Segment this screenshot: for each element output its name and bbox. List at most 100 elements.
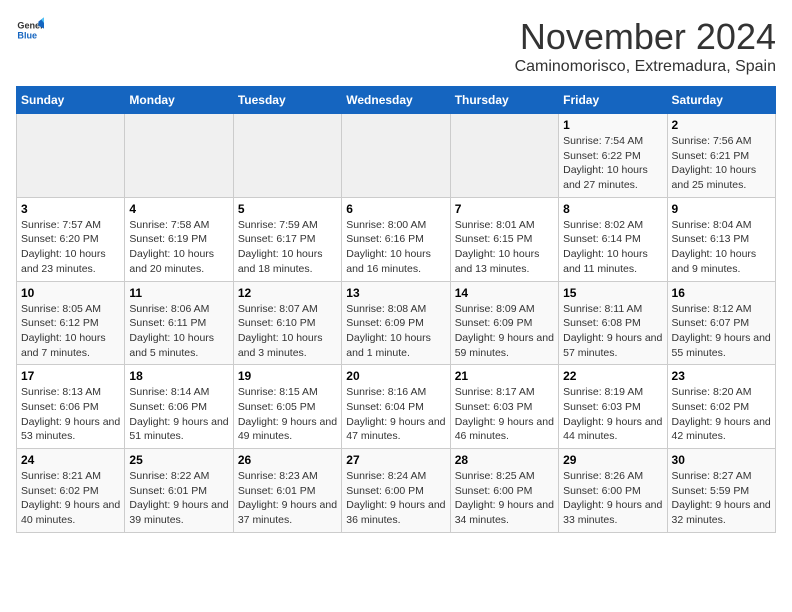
calendar-cell <box>17 114 125 198</box>
day-number: 16 <box>672 286 771 300</box>
calendar-cell: 22 Sunrise: 8:19 AMSunset: 6:03 PMDayligh… <box>559 365 667 449</box>
calendar-cell: 5Sunrise: 7:59 AMSunset: 6:17 PMDaylight… <box>233 197 341 281</box>
day-info: Sunrise: 8:01 AMSunset: 6:15 PMDaylight:… <box>455 218 554 277</box>
day-info: Sunrise: 8:06 AMSunset: 6:11 PMDaylight:… <box>129 302 228 361</box>
calendar-cell: 1 Sunrise: 7:54 AMSunset: 6:22 PMDaylight… <box>559 114 667 198</box>
day-info: Sunrise: 8:07 AMSunset: 6:10 PMDaylight:… <box>238 302 337 361</box>
day-number: 25 <box>129 453 228 467</box>
day-number: 23 <box>672 369 771 383</box>
calendar-cell: 10 Sunrise: 8:05 AMSunset: 6:12 PMDayligh… <box>17 281 125 365</box>
day-info: Sunrise: 8:00 AMSunset: 6:16 PMDaylight:… <box>346 218 445 277</box>
calendar-cell: 12 Sunrise: 8:07 AMSunset: 6:10 PMDayligh… <box>233 281 341 365</box>
calendar-cell: 3Sunrise: 7:57 AMSunset: 6:20 PMDaylight… <box>17 197 125 281</box>
calendar-cell: 23 Sunrise: 8:20 AMSunset: 6:02 PMDayligh… <box>667 365 775 449</box>
day-number: 26 <box>238 453 337 467</box>
day-info: Sunrise: 7:59 AMSunset: 6:17 PMDaylight:… <box>238 218 337 277</box>
calendar-cell: 11Sunrise: 8:06 AMSunset: 6:11 PMDayligh… <box>125 281 233 365</box>
day-info: Sunrise: 8:15 AMSunset: 6:05 PMDaylight:… <box>238 385 337 444</box>
calendar-cell: 20Sunrise: 8:16 AMSunset: 6:04 PMDayligh… <box>342 365 450 449</box>
calendar-cell: 14 Sunrise: 8:09 AMSunset: 6:09 PMDayligh… <box>450 281 558 365</box>
day-of-week-header: Friday <box>559 87 667 114</box>
calendar-cell: 6 Sunrise: 8:00 AMSunset: 6:16 PMDaylight… <box>342 197 450 281</box>
calendar-cell: 13 Sunrise: 8:08 AMSunset: 6:09 PMDayligh… <box>342 281 450 365</box>
day-of-week-header: Tuesday <box>233 87 341 114</box>
calendar-cell <box>233 114 341 198</box>
logo-icon: General Blue <box>16 16 44 44</box>
day-number: 17 <box>21 369 120 383</box>
day-number: 6 <box>346 202 445 216</box>
day-number: 22 <box>563 369 662 383</box>
calendar-cell: 18 Sunrise: 8:14 AMSunset: 6:06 PMDayligh… <box>125 365 233 449</box>
day-number: 18 <box>129 369 228 383</box>
day-number: 24 <box>21 453 120 467</box>
calendar-cell: 16Sunrise: 8:12 AMSunset: 6:07 PMDayligh… <box>667 281 775 365</box>
day-number: 10 <box>21 286 120 300</box>
day-info: Sunrise: 8:02 AMSunset: 6:14 PMDaylight:… <box>563 218 662 277</box>
calendar-cell <box>342 114 450 198</box>
calendar-cell: 30Sunrise: 8:27 AMSunset: 5:59 PMDayligh… <box>667 449 775 533</box>
day-number: 12 <box>238 286 337 300</box>
day-info: Sunrise: 8:24 AMSunset: 6:00 PMDaylight:… <box>346 469 445 528</box>
day-info: Sunrise: 8:22 AMSunset: 6:01 PMDaylight:… <box>129 469 228 528</box>
day-number: 13 <box>346 286 445 300</box>
logo: General Blue <box>16 16 44 44</box>
calendar-cell: 7 Sunrise: 8:01 AMSunset: 6:15 PMDaylight… <box>450 197 558 281</box>
day-info: Sunrise: 8:11 AMSunset: 6:08 PMDaylight:… <box>563 302 662 361</box>
day-info: Sunrise: 7:54 AMSunset: 6:22 PMDaylight:… <box>563 134 662 193</box>
day-number: 27 <box>346 453 445 467</box>
calendar-cell: 15 Sunrise: 8:11 AMSunset: 6:08 PMDayligh… <box>559 281 667 365</box>
day-info: Sunrise: 8:20 AMSunset: 6:02 PMDaylight:… <box>672 385 771 444</box>
day-info: Sunrise: 8:27 AMSunset: 5:59 PMDaylight:… <box>672 469 771 528</box>
day-info: Sunrise: 8:13 AMSunset: 6:06 PMDaylight:… <box>21 385 120 444</box>
calendar-body: 1 Sunrise: 7:54 AMSunset: 6:22 PMDaylight… <box>17 114 776 533</box>
calendar-cell: 2 Sunrise: 7:56 AMSunset: 6:21 PMDaylight… <box>667 114 775 198</box>
calendar-cell: 19 Sunrise: 8:15 AMSunset: 6:05 PMDayligh… <box>233 365 341 449</box>
day-info: Sunrise: 8:14 AMSunset: 6:06 PMDaylight:… <box>129 385 228 444</box>
day-info: Sunrise: 8:26 AMSunset: 6:00 PMDaylight:… <box>563 469 662 528</box>
calendar-cell: 21 Sunrise: 8:17 AMSunset: 6:03 PMDayligh… <box>450 365 558 449</box>
calendar-week-row: 3Sunrise: 7:57 AMSunset: 6:20 PMDaylight… <box>17 197 776 281</box>
calendar-table: SundayMondayTuesdayWednesdayThursdayFrid… <box>16 86 776 533</box>
calendar-cell: 27 Sunrise: 8:24 AMSunset: 6:00 PMDayligh… <box>342 449 450 533</box>
day-info: Sunrise: 8:08 AMSunset: 6:09 PMDaylight:… <box>346 302 445 361</box>
day-number: 4 <box>129 202 228 216</box>
day-number: 7 <box>455 202 554 216</box>
day-info: Sunrise: 8:25 AMSunset: 6:00 PMDaylight:… <box>455 469 554 528</box>
day-number: 9 <box>672 202 771 216</box>
calendar-cell: 25 Sunrise: 8:22 AMSunset: 6:01 PMDayligh… <box>125 449 233 533</box>
day-number: 15 <box>563 286 662 300</box>
day-headers-row: SundayMondayTuesdayWednesdayThursdayFrid… <box>17 87 776 114</box>
day-number: 29 <box>563 453 662 467</box>
day-info: Sunrise: 8:19 AMSunset: 6:03 PMDaylight:… <box>563 385 662 444</box>
day-number: 21 <box>455 369 554 383</box>
day-of-week-header: Thursday <box>450 87 558 114</box>
day-info: Sunrise: 8:09 AMSunset: 6:09 PMDaylight:… <box>455 302 554 361</box>
calendar-cell: 4Sunrise: 7:58 AMSunset: 6:19 PMDaylight… <box>125 197 233 281</box>
day-of-week-header: Saturday <box>667 87 775 114</box>
day-number: 14 <box>455 286 554 300</box>
svg-text:Blue: Blue <box>17 30 37 40</box>
day-info: Sunrise: 8:05 AMSunset: 6:12 PMDaylight:… <box>21 302 120 361</box>
calendar-cell: 9Sunrise: 8:04 AMSunset: 6:13 PMDaylight… <box>667 197 775 281</box>
day-info: Sunrise: 8:21 AMSunset: 6:02 PMDaylight:… <box>21 469 120 528</box>
day-number: 2 <box>672 118 771 132</box>
calendar-cell: 26Sunrise: 8:23 AMSunset: 6:01 PMDayligh… <box>233 449 341 533</box>
calendar-cell: 28Sunrise: 8:25 AMSunset: 6:00 PMDayligh… <box>450 449 558 533</box>
day-number: 8 <box>563 202 662 216</box>
calendar-cell: 17 Sunrise: 8:13 AMSunset: 6:06 PMDayligh… <box>17 365 125 449</box>
day-number: 19 <box>238 369 337 383</box>
day-number: 1 <box>563 118 662 132</box>
day-of-week-header: Wednesday <box>342 87 450 114</box>
day-info: Sunrise: 8:17 AMSunset: 6:03 PMDaylight:… <box>455 385 554 444</box>
calendar-cell <box>125 114 233 198</box>
day-of-week-header: Monday <box>125 87 233 114</box>
location-subtitle: Caminomorisco, Extremadura, Spain <box>515 58 776 76</box>
calendar-week-row: 17 Sunrise: 8:13 AMSunset: 6:06 PMDayligh… <box>17 365 776 449</box>
calendar-cell: 8 Sunrise: 8:02 AMSunset: 6:14 PMDaylight… <box>559 197 667 281</box>
calendar-week-row: 24 Sunrise: 8:21 AMSunset: 6:02 PMDayligh… <box>17 449 776 533</box>
calendar-cell: 29 Sunrise: 8:26 AMSunset: 6:00 PMDayligh… <box>559 449 667 533</box>
month-title: November 2024 <box>515 16 776 58</box>
page-header: General Blue November 2024 Caminomorisco… <box>16 16 776 76</box>
day-info: Sunrise: 7:57 AMSunset: 6:20 PMDaylight:… <box>21 218 120 277</box>
day-info: Sunrise: 7:56 AMSunset: 6:21 PMDaylight:… <box>672 134 771 193</box>
